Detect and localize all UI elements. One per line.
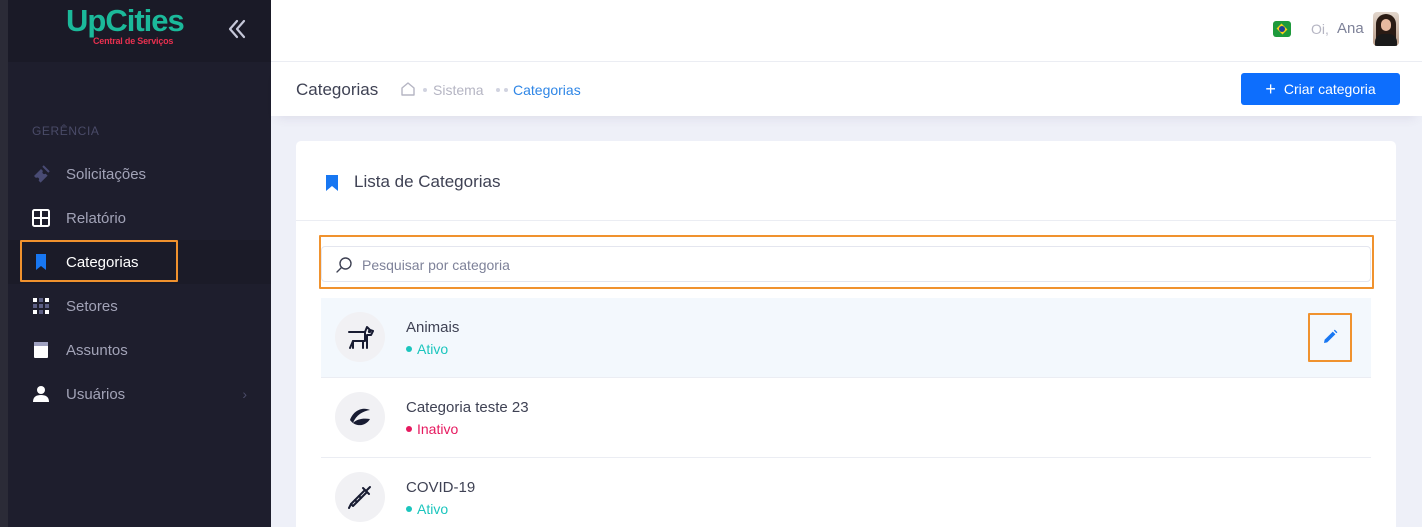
- status-dot: [406, 346, 412, 352]
- top-header: Oi, Ana: [271, 0, 1422, 62]
- logo[interactable]: UpCities Central de Serviços: [66, 3, 191, 46]
- status-text: Ativo: [417, 341, 449, 357]
- sidebar-item-categorias[interactable]: Categorias: [8, 240, 271, 284]
- search-input[interactable]: [362, 253, 1352, 277]
- list-item[interactable]: COVID-19 Ativo: [321, 458, 1371, 527]
- status-badge: Ativo: [406, 501, 448, 517]
- card-title: Lista de Categorias: [354, 172, 501, 191]
- page-title: Categorias: [296, 80, 379, 99]
- avatar-body: [1375, 34, 1397, 46]
- home-icon[interactable]: [400, 81, 416, 97]
- sidebar-item-usuarios[interactable]: Usuários ›: [8, 372, 271, 416]
- breadcrumb-sistema[interactable]: Sistema: [433, 82, 484, 98]
- sidebar-item-solicitacoes[interactable]: Solicitações: [8, 152, 271, 196]
- leaf-icon: [335, 392, 385, 442]
- logo-text: UpCities: [66, 3, 185, 38]
- bookmark-icon: [32, 253, 50, 271]
- create-category-label: Criar categoria: [1283, 81, 1376, 97]
- grid-icon: [32, 209, 50, 227]
- status-text: Inativo: [417, 421, 459, 437]
- search-field[interactable]: [321, 246, 1371, 282]
- syringe-icon: [335, 472, 385, 522]
- category-list: Animais Ativo Categoria teste 23 Inativo: [321, 298, 1371, 527]
- sidebar-item-relatorio[interactable]: Relatório: [8, 196, 271, 240]
- breadcrumb-separator: [496, 88, 500, 92]
- breadcrumb-categorias[interactable]: Categorias: [513, 82, 581, 98]
- subheader: Categorias Sistema Categorias + Criar ca…: [271, 62, 1422, 116]
- category-name: COVID-19: [406, 479, 476, 496]
- search-icon: [336, 257, 352, 273]
- list-item[interactable]: Categoria teste 23 Inativo: [321, 378, 1371, 458]
- status-dot: [406, 426, 412, 432]
- username[interactable]: Ana: [1337, 20, 1364, 37]
- dots-grid-icon: [32, 297, 50, 315]
- sidebar-item-label: Setores: [66, 297, 118, 315]
- dog-icon: [335, 312, 385, 362]
- user-icon: [32, 385, 50, 403]
- sidebar-item-setores[interactable]: Setores: [8, 284, 271, 328]
- sidebar-item-label: Categorias: [66, 253, 139, 271]
- ticket-icon: [32, 165, 50, 183]
- avatar[interactable]: [1373, 12, 1399, 46]
- card-header: Lista de Categorias: [296, 141, 1396, 221]
- logo-subtitle: Central de Serviços: [93, 36, 174, 46]
- status-text: Ativo: [417, 501, 449, 517]
- sidebar-item-label: Relatório: [66, 209, 127, 227]
- status-dot: [406, 506, 412, 512]
- brazil-flag-icon[interactable]: [1273, 21, 1291, 37]
- status-badge: Inativo: [406, 421, 458, 437]
- sidebar-menu: Solicitações Relatório Categorias Setore…: [8, 152, 271, 416]
- breadcrumb-separator: [504, 88, 508, 92]
- create-category-button[interactable]: + Criar categoria: [1241, 73, 1400, 105]
- sidebar-collapse-button[interactable]: [226, 18, 248, 42]
- greeting-text: Oi,: [1311, 21, 1329, 37]
- avatar-face: [1381, 19, 1391, 31]
- category-name: Categoria teste 23: [406, 399, 529, 416]
- sidebar-item-assuntos[interactable]: Assuntos: [8, 328, 271, 372]
- chevron-right-icon: ›: [242, 386, 247, 402]
- window-edge: [0, 0, 8, 527]
- edit-button[interactable]: [1317, 324, 1343, 350]
- double-chevron-left-icon: [228, 19, 246, 39]
- sidebar-section-label: GERÊNCIA: [32, 124, 100, 138]
- status-badge: Ativo: [406, 341, 448, 357]
- category-list-card: Lista de Categorias Animais Ativo: [296, 141, 1396, 527]
- sidebar-item-label: Usuários: [66, 385, 126, 403]
- category-name: Animais: [406, 319, 460, 336]
- list-item[interactable]: Animais Ativo: [321, 298, 1371, 378]
- sidebar: UpCities Central de Serviços GERÊNCIA So…: [8, 0, 271, 527]
- breadcrumb-separator: [423, 88, 427, 92]
- bookmark-icon: [326, 175, 338, 191]
- sidebar-brand: UpCities Central de Serviços: [8, 0, 271, 62]
- sidebar-item-label: Assuntos: [66, 341, 128, 359]
- sidebar-item-label: Solicitações: [66, 165, 147, 183]
- plus-icon: +: [1265, 79, 1276, 99]
- pencil-icon: [1324, 329, 1338, 343]
- book-icon: [32, 341, 50, 359]
